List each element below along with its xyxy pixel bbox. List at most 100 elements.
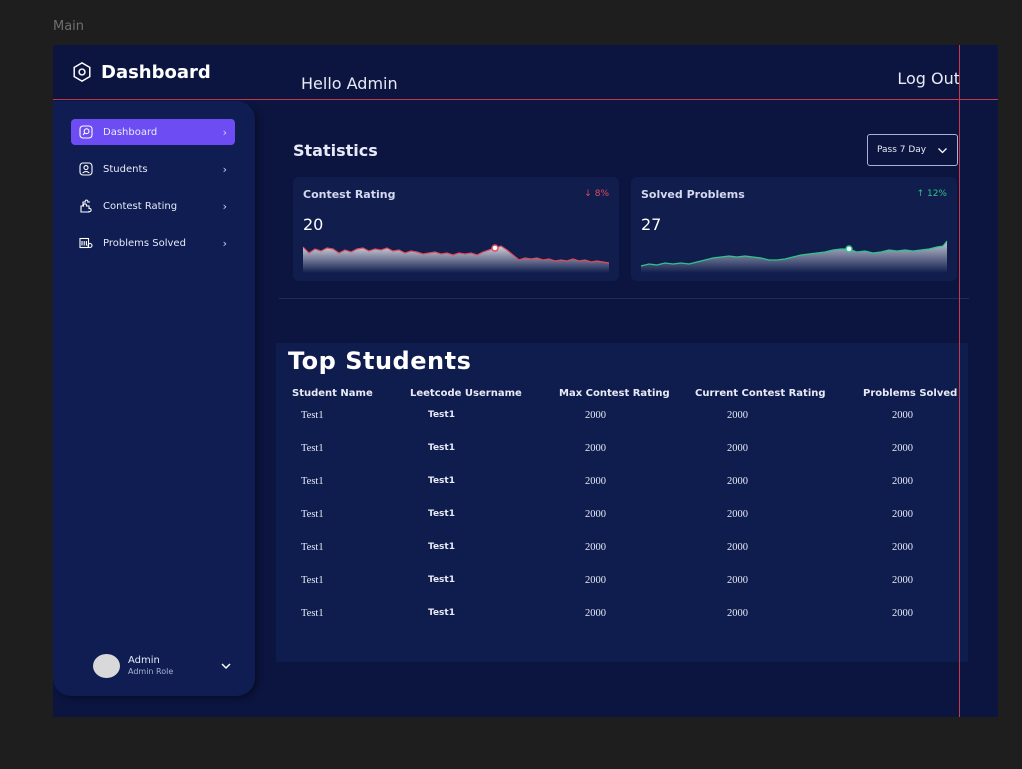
cell-problems-solved: 2000 <box>892 443 913 454</box>
app-logo[interactable]: Dashboard <box>71 61 211 83</box>
cell-problems-solved: 2000 <box>892 542 913 553</box>
chevron-down-icon <box>938 147 947 153</box>
sparkline-marker <box>491 244 499 252</box>
cell-current-contest-rating: 2000 <box>727 509 748 520</box>
contest-rating-card: Contest Rating ↓ 8% 20 <box>293 177 619 281</box>
chevron-right-icon: › <box>222 162 227 176</box>
arrow-down-icon: ↓ <box>584 189 592 199</box>
card-title: Contest Rating <box>303 188 396 201</box>
cell-leetcode-username: Test1 <box>428 476 455 486</box>
table-row[interactable]: Test1 Test1 2000 2000 2000 <box>276 473 968 493</box>
greeting-text: Hello Admin <box>301 74 398 93</box>
sidebar-item-label: Problems Solved <box>103 237 186 249</box>
cell-student-name: Test1 <box>301 443 324 454</box>
contest-rating-sparkline <box>302 244 610 273</box>
change-value: 12% <box>926 189 947 199</box>
cell-max-contest-rating: 2000 <box>585 476 606 487</box>
column-header-problems-solved[interactable]: Problems Solved <box>863 388 957 399</box>
cell-leetcode-username: Test1 <box>428 542 455 552</box>
cell-problems-solved: 2000 <box>892 608 913 619</box>
sparkline-area <box>303 246 609 273</box>
cell-current-contest-rating: 2000 <box>727 542 748 553</box>
table-row[interactable]: Test1 Test1 2000 2000 2000 <box>276 539 968 559</box>
avatar <box>93 654 120 678</box>
sidebar-nav: Dashboard › Students › Contest Rating › <box>71 119 235 267</box>
table-row[interactable]: Test1 Test1 2000 2000 2000 <box>276 572 968 592</box>
logout-button[interactable]: Log Out <box>897 69 960 88</box>
cell-problems-solved: 2000 <box>892 476 913 487</box>
cell-max-contest-rating: 2000 <box>585 575 606 586</box>
date-range-value: Pass 7 Day <box>877 145 927 155</box>
sidebar-item-label: Contest Rating <box>103 200 178 212</box>
cell-student-name: Test1 <box>301 542 324 553</box>
list-icon <box>79 236 93 250</box>
cell-current-contest-rating: 2000 <box>727 476 748 487</box>
top-students-title: Top Students <box>288 347 472 375</box>
guide-line-horizontal <box>53 99 998 100</box>
cell-student-name: Test1 <box>301 476 324 487</box>
cell-leetcode-username: Test1 <box>428 410 455 420</box>
sidebar: Dashboard › Students › Contest Rating › <box>53 101 255 696</box>
cell-student-name: Test1 <box>301 509 324 520</box>
cell-current-contest-rating: 2000 <box>727 443 748 454</box>
cell-current-contest-rating: 2000 <box>727 575 748 586</box>
column-header-max-contest-rating[interactable]: Max Contest Rating <box>559 388 670 399</box>
user-profile[interactable]: Admin Admin Role <box>93 654 233 678</box>
chevron-down-icon[interactable] <box>219 659 233 673</box>
app-title: Dashboard <box>101 61 211 83</box>
change-value: 8% <box>594 189 609 199</box>
cell-current-contest-rating: 2000 <box>727 608 748 619</box>
date-range-dropdown[interactable]: Pass 7 Day <box>867 134 958 166</box>
cell-current-contest-rating: 2000 <box>727 410 748 421</box>
cell-max-contest-rating: 2000 <box>585 410 606 421</box>
puzzle-icon <box>79 199 93 213</box>
canvas-frame-label: Main <box>53 19 85 34</box>
cell-max-contest-rating: 2000 <box>585 509 606 520</box>
table-row[interactable]: Test1 Test1 2000 2000 2000 <box>276 605 968 625</box>
card-value: 20 <box>303 215 324 234</box>
dashboard-frame: Dashboard Hello Admin Log Out Dashboard … <box>53 45 998 717</box>
search-icon <box>79 125 93 139</box>
cell-leetcode-username: Test1 <box>428 575 455 585</box>
sidebar-item-label: Students <box>103 163 148 175</box>
card-value: 27 <box>641 215 662 234</box>
user-info: Admin Admin Role <box>128 655 219 677</box>
top-students-panel: Top Students Student Name Leetcode Usern… <box>276 343 968 662</box>
cell-max-contest-rating: 2000 <box>585 443 606 454</box>
user-name: Admin <box>128 655 160 666</box>
sidebar-item-dashboard[interactable]: Dashboard › <box>71 119 235 145</box>
cell-max-contest-rating: 2000 <box>585 542 606 553</box>
chevron-right-icon: › <box>222 236 227 250</box>
guide-line-vertical <box>959 45 960 717</box>
sidebar-item-contest-rating[interactable]: Contest Rating › <box>71 193 235 219</box>
arrow-up-icon: ↑ <box>916 189 925 199</box>
sidebar-item-label: Dashboard <box>103 126 158 138</box>
sidebar-item-students[interactable]: Students › <box>71 156 235 182</box>
cell-leetcode-username: Test1 <box>428 608 455 618</box>
cell-problems-solved: 2000 <box>892 410 913 421</box>
cell-leetcode-username: Test1 <box>428 509 455 519</box>
cell-max-contest-rating: 2000 <box>585 608 606 619</box>
change-indicator: ↓ 8% <box>584 189 609 199</box>
column-header-current-contest-rating[interactable]: Current Contest Rating <box>695 388 826 399</box>
user-role: Admin Role <box>128 667 174 676</box>
sparkline-marker <box>845 245 853 253</box>
cell-leetcode-username: Test1 <box>428 443 455 453</box>
column-header-student-name[interactable]: Student Name <box>292 388 373 399</box>
section-divider <box>279 298 969 299</box>
solved-problems-sparkline <box>640 240 948 273</box>
hexagon-logo-icon <box>73 61 91 83</box>
chevron-right-icon: › <box>222 125 227 139</box>
cell-student-name: Test1 <box>301 575 324 586</box>
cell-problems-solved: 2000 <box>892 509 913 520</box>
cell-student-name: Test1 <box>301 608 324 619</box>
table-row[interactable]: Test1 Test1 2000 2000 2000 <box>276 407 968 427</box>
statistics-title: Statistics <box>293 141 378 160</box>
table-row[interactable]: Test1 Test1 2000 2000 2000 <box>276 440 968 460</box>
table-row[interactable]: Test1 Test1 2000 2000 2000 <box>276 506 968 526</box>
card-title: Solved Problems <box>641 188 745 201</box>
cell-student-name: Test1 <box>301 410 324 421</box>
solved-problems-card: Solved Problems ↑ 12% 27 <box>631 177 957 281</box>
sidebar-item-problems-solved[interactable]: Problems Solved › <box>71 230 235 256</box>
column-header-leetcode-username[interactable]: Leetcode Username <box>410 388 522 399</box>
